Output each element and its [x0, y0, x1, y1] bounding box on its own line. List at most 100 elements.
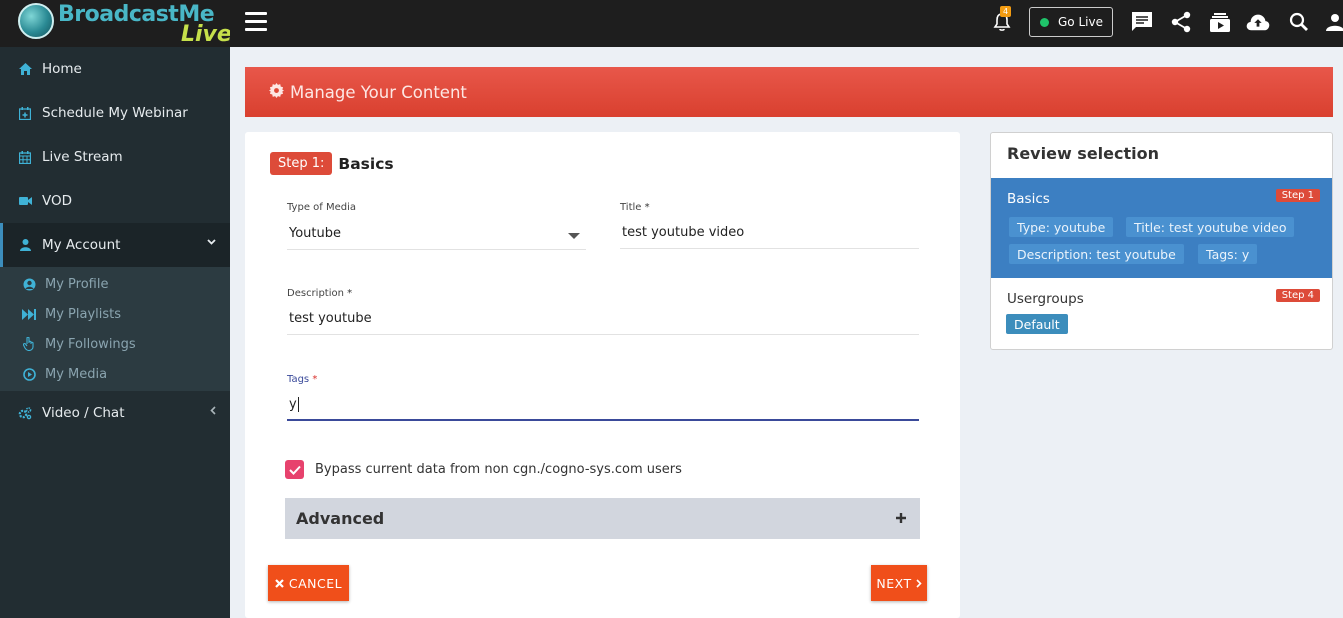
share-icon[interactable] — [1169, 10, 1193, 34]
live-status-dot — [1040, 17, 1049, 27]
description-value: test youtube — [289, 311, 372, 326]
title-input[interactable]: test youtube video — [620, 223, 919, 249]
sidebar-item-label: My Account — [42, 237, 121, 253]
text-cursor — [297, 396, 299, 412]
cogs-icon — [18, 406, 32, 420]
page-title: Manage Your Content — [290, 82, 467, 102]
close-icon — [275, 578, 284, 588]
tags-input[interactable]: y — [287, 395, 919, 421]
submenu-item-label: My Media — [45, 366, 108, 382]
top-navbar: 4 Go Live — [230, 0, 1343, 47]
submenu-item-label: My Playlists — [45, 306, 122, 322]
sidebar-item-my-media[interactable]: My Media — [0, 359, 230, 389]
sidebar-menu: Home Schedule My Webinar Live Stream VOD… — [0, 47, 230, 267]
required-marker: * — [312, 374, 318, 385]
user-circle-icon — [22, 278, 36, 291]
sidebar: BroadcastMe Live Home Schedule My Webina… — [0, 0, 232, 618]
tags-label: Tags * — [287, 374, 317, 385]
title-label-text: Title — [620, 202, 642, 213]
media-type-label: Type of Media — [287, 202, 356, 213]
tags-label-text: Tags — [287, 374, 310, 385]
media-type-label-text: Type of Media — [287, 202, 356, 213]
sidebar-item-label: Schedule My Webinar — [42, 105, 188, 121]
advanced-accordion[interactable]: Advanced — [285, 498, 920, 539]
review-basics-section[interactable]: Basics Step 1 Type: youtube Title: test … — [991, 178, 1332, 278]
search-icon[interactable] — [1287, 10, 1311, 34]
sidebar-item-schedule-webinar[interactable]: Schedule My Webinar — [0, 91, 230, 135]
sidebar-item-label: Live Stream — [42, 149, 123, 165]
advanced-label: Advanced — [296, 509, 385, 528]
next-button[interactable]: NEXT — [871, 565, 927, 601]
review-chip-tags: Tags: y — [1198, 244, 1258, 264]
sidebar-item-label: Home — [42, 61, 82, 77]
sidebar-item-my-profile[interactable]: My Profile — [0, 269, 230, 299]
sidebar-item-my-playlists[interactable]: My Playlists — [0, 299, 230, 329]
description-label-text: Description — [287, 288, 344, 299]
sidebar-menu-bottom: Video / Chat — [0, 391, 230, 435]
submenu-item-label: My Profile — [45, 276, 109, 292]
sidebar-item-my-followings[interactable]: My Followings — [0, 329, 230, 359]
description-input[interactable]: test youtube — [287, 309, 919, 335]
description-label: Description * — [287, 288, 352, 299]
required-marker: * — [644, 202, 650, 213]
go-live-button[interactable]: Go Live — [1029, 7, 1113, 37]
review-chip-description: Description: test youtube — [1009, 244, 1184, 264]
review-usergroups-heading: Usergroups — [1007, 291, 1084, 307]
tags-value: y — [289, 396, 297, 412]
sidebar-item-live-stream[interactable]: Live Stream — [0, 135, 230, 179]
step-badge: Step 1: — [270, 152, 333, 175]
sidebar-item-label: Video / Chat — [42, 405, 125, 421]
chevron-left-icon — [210, 406, 216, 418]
account-submenu: My Profile My Playlists My Followings My… — [0, 267, 230, 391]
logo[interactable]: BroadcastMe Live — [0, 0, 232, 47]
gear-icon — [269, 82, 284, 102]
review-title: Review selection — [1007, 144, 1159, 163]
bypass-label: Bypass current data from non cgn./cogno-… — [315, 462, 682, 477]
page-title-banner: Manage Your Content — [245, 67, 1333, 117]
bypass-checkbox[interactable] — [285, 460, 304, 479]
play-circle-icon — [22, 367, 36, 381]
hamburger-menu-icon[interactable] — [245, 12, 267, 32]
video-camera-icon — [18, 194, 32, 208]
content-form-card: Step 1: Basics Type of Media Youtube Tit… — [245, 132, 960, 618]
notification-badge: 4 — [1000, 6, 1011, 17]
submenu-item-label: My Followings — [45, 336, 136, 352]
cloud-upload-icon[interactable] — [1246, 10, 1270, 34]
review-basics-step-badge: Step 1 — [1275, 189, 1320, 202]
step-name: Basics — [338, 154, 394, 173]
main-content: Manage Your Content Step 1: Basics Type … — [230, 47, 1343, 618]
chat-icon[interactable] — [1130, 10, 1154, 34]
bypass-checkbox-row[interactable]: Bypass current data from non cgn./cogno-… — [285, 460, 682, 479]
review-selection-panel: Review selection Basics Step 1 Type: you… — [990, 132, 1333, 350]
hand-pointer-icon — [22, 337, 36, 351]
title-value: test youtube video — [622, 225, 745, 240]
review-chip-default: Default — [1006, 314, 1068, 334]
sidebar-item-home[interactable]: Home — [0, 47, 230, 91]
dropdown-caret-icon — [568, 233, 580, 239]
review-chip-type: Type: youtube — [1009, 217, 1114, 237]
next-label: NEXT — [876, 575, 912, 591]
fast-forward-icon — [22, 308, 36, 320]
sidebar-item-label: VOD — [42, 193, 73, 209]
calendar-plus-icon — [18, 106, 32, 120]
video-library-icon[interactable] — [1208, 10, 1232, 34]
user-profile-icon[interactable] — [1323, 10, 1343, 34]
media-type-select[interactable]: Youtube — [287, 224, 586, 250]
sidebar-item-video-chat[interactable]: Video / Chat — [0, 391, 230, 435]
review-usergroups-step-badge: Step 4 — [1275, 289, 1320, 302]
go-live-label: Go Live — [1058, 15, 1103, 29]
step-header: Step 1: Basics — [270, 152, 394, 175]
chevron-down-icon — [207, 237, 216, 248]
cancel-button[interactable]: CANCEL — [268, 565, 349, 601]
sidebar-item-vod[interactable]: VOD — [0, 179, 230, 223]
logo-text-live: Live — [181, 22, 232, 47]
plus-icon — [896, 508, 906, 527]
review-chip-title: Title: test youtube video — [1126, 217, 1295, 237]
title-label: Title * — [620, 202, 650, 213]
globe-logo-icon — [18, 3, 54, 39]
review-basics-heading: Basics — [1007, 191, 1050, 207]
calendar-icon — [18, 150, 32, 164]
sidebar-item-my-account[interactable]: My Account — [0, 223, 230, 267]
chevron-right-icon — [916, 578, 922, 588]
media-type-value: Youtube — [289, 226, 341, 241]
